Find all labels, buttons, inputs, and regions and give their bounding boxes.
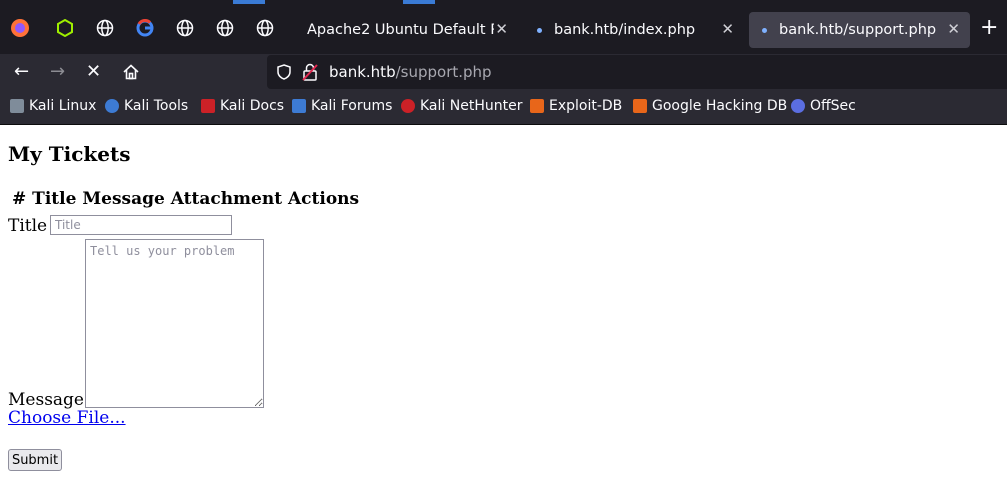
bookmark-kali-nethunter[interactable]: Kali NetHunter (401, 98, 522, 114)
bookmark-kali-linux[interactable]: Kali Linux (10, 98, 96, 114)
kali-dragon-icon (10, 99, 24, 113)
stop-button[interactable]: ✕ (86, 63, 101, 81)
navigation-bar: ← → ✕ bank.htb/support.php (0, 54, 1007, 91)
bookmark-google-hacking-db[interactable]: Google Hacking DB (633, 98, 787, 114)
choose-file-link[interactable]: Choose File... (8, 408, 126, 428)
globe-icon[interactable] (174, 17, 196, 39)
tab-indicator (233, 0, 265, 4)
bookmark-exploit-db[interactable]: Exploit-DB (530, 98, 622, 114)
title-input[interactable] (50, 215, 232, 235)
tab-bar: Apache2 Ubuntu Default Page: It works ✕ … (0, 0, 1007, 54)
tab-title: bank.htb/support.php (779, 22, 937, 38)
page-content: My Tickets # Title Message Attachment Ac… (0, 124, 1007, 497)
exploit-db-icon (530, 99, 544, 113)
firefox-icon[interactable] (9, 17, 31, 39)
hackthebox-icon[interactable] (54, 17, 76, 39)
url-path: /support.php (395, 63, 492, 81)
bookmarks-toolbar: Kali Linux Kali Tools Kali Docs Kali For… (0, 91, 1007, 125)
globe-icon[interactable] (94, 17, 116, 39)
home-button[interactable] (122, 63, 140, 85)
tab-apache-default[interactable]: Apache2 Ubuntu Default Page: It works ✕ (296, 12, 518, 48)
shield-icon[interactable] (276, 64, 292, 84)
globe-icon[interactable] (254, 17, 276, 39)
new-tab-button[interactable]: + (980, 15, 998, 40)
loading-dot-icon (762, 27, 767, 33)
globe-icon[interactable] (214, 17, 236, 39)
insecure-lock-icon[interactable] (302, 63, 318, 85)
message-label: Message (8, 390, 84, 410)
tab-title: Apache2 Ubuntu Default Page: It works (307, 22, 494, 38)
tab-indicator (403, 0, 435, 4)
bookmark-kali-docs[interactable]: Kali Docs (201, 98, 284, 114)
close-icon[interactable]: ✕ (721, 20, 734, 38)
url-bar[interactable]: bank.htb/support.php (267, 55, 1007, 89)
kali-forums-icon (292, 99, 306, 113)
url-text[interactable]: bank.htb/support.php (329, 63, 492, 81)
back-button[interactable]: ← (14, 63, 29, 81)
url-host: bank.htb (329, 63, 396, 81)
forward-button[interactable]: → (50, 63, 65, 81)
ghdb-icon (633, 99, 647, 113)
bookmark-offsec[interactable]: OffSec (791, 98, 856, 114)
message-textarea[interactable] (85, 239, 264, 408)
google-icon[interactable] (134, 17, 156, 39)
bookmark-kali-forums[interactable]: Kali Forums (292, 98, 392, 114)
tab-bank-support[interactable]: bank.htb/support.php ✕ (749, 12, 970, 48)
bookmark-kali-tools[interactable]: Kali Tools (105, 98, 188, 114)
tickets-table-header: # Title Message Attachment Actions (12, 189, 360, 209)
nethunter-icon (401, 99, 415, 113)
tab-title: bank.htb/index.php (554, 22, 696, 38)
submit-button[interactable]: Submit (8, 449, 62, 471)
tab-bank-index[interactable]: bank.htb/index.php ✕ (522, 12, 744, 48)
close-icon[interactable]: ✕ (947, 20, 960, 38)
offsec-icon (791, 99, 805, 113)
title-label: Title (8, 216, 48, 236)
close-icon[interactable]: ✕ (495, 20, 508, 38)
kali-docs-icon (201, 99, 215, 113)
kali-tools-icon (105, 99, 119, 113)
page-title: My Tickets (8, 142, 131, 166)
loading-dot-icon (537, 27, 542, 33)
browser-chrome: Apache2 Ubuntu Default Page: It works ✕ … (0, 0, 1007, 125)
